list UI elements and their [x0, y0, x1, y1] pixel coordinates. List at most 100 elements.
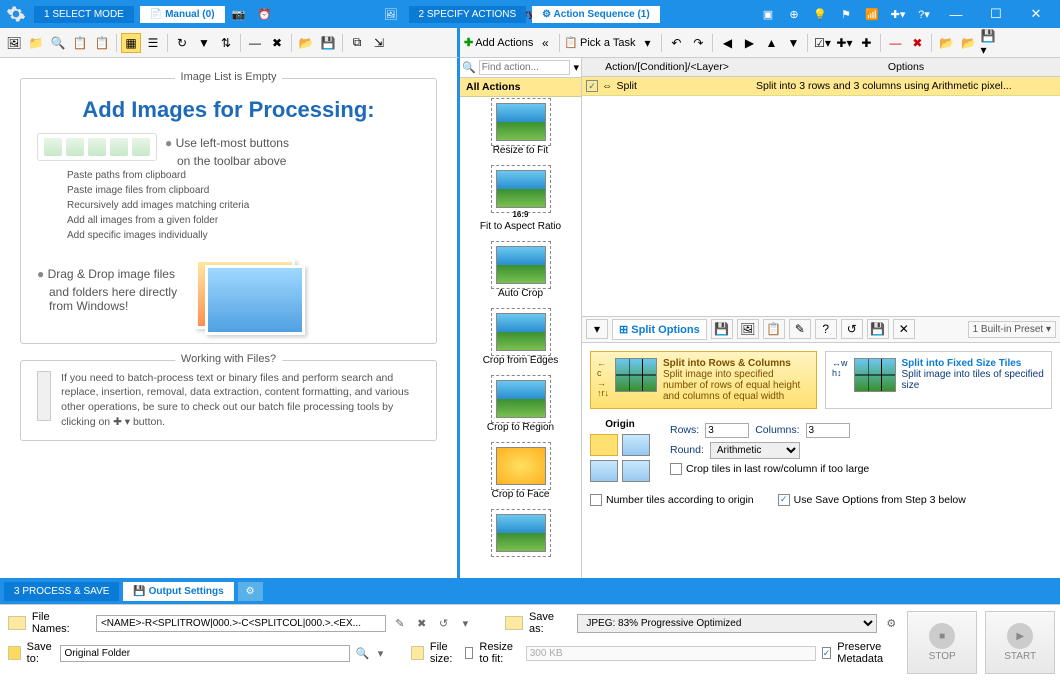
pick-task-icon[interactable]: 📋: [564, 36, 578, 49]
all-actions-tab[interactable]: All Actions: [460, 78, 581, 97]
origin-br[interactable]: [622, 460, 650, 482]
add-folder-icon[interactable]: 📁: [26, 33, 46, 53]
saveto-browse-icon[interactable]: 🔍: [356, 645, 370, 661]
camera-icon[interactable]: 📷: [227, 3, 251, 25]
manual-tab[interactable]: 📄 Manual (0): [140, 6, 225, 23]
monitor-icon[interactable]: ▣: [756, 3, 780, 25]
action-crop-region[interactable]: Crop to Region: [460, 374, 581, 441]
up-icon[interactable]: ▲: [761, 33, 781, 53]
append-seq-icon[interactable]: 📂: [958, 33, 978, 53]
refresh-icon[interactable]: ↻: [172, 33, 192, 53]
add-recursive-icon[interactable]: 🔍: [48, 33, 68, 53]
close-button[interactable]: ✕: [1016, 0, 1056, 28]
add-action-icon[interactable]: ✚▾: [834, 33, 854, 53]
redo-icon[interactable]: ↷: [688, 33, 708, 53]
mode-fixed-tiles[interactable]: ↔wh↕ Split into Fixed Size Tiles Split i…: [825, 351, 1052, 409]
list-view-icon[interactable]: ☰: [143, 33, 163, 53]
clock-icon[interactable]: ⏰: [253, 3, 277, 25]
copy-icon[interactable]: ⧉: [347, 33, 367, 53]
remove-action-icon[interactable]: —: [885, 33, 905, 53]
check-icon[interactable]: ☑▾: [812, 33, 832, 53]
step1-tab[interactable]: 1 SELECT MODE: [34, 6, 134, 23]
down-icon[interactable]: ▼: [783, 33, 803, 53]
save-list-icon[interactable]: 💾: [318, 33, 338, 53]
collapse-icon[interactable]: «: [535, 33, 555, 53]
undo-icon[interactable]: ↶: [666, 33, 686, 53]
find-action-input[interactable]: [479, 60, 571, 75]
preview-icon[interactable]: 🖼: [737, 319, 759, 339]
save-preset-icon[interactable]: 💾: [711, 319, 733, 339]
output-settings-tab[interactable]: 💾 Output Settings: [123, 582, 233, 601]
add-images-icon[interactable]: 🖼: [4, 33, 24, 53]
number-tiles-checkbox[interactable]: [590, 494, 602, 506]
cols-input[interactable]: [806, 423, 850, 438]
open-list-icon[interactable]: 📂: [296, 33, 316, 53]
stop-button[interactable]: ■ STOP: [907, 611, 977, 674]
rows-input[interactable]: [705, 423, 749, 438]
copy-opts-icon[interactable]: 📋: [763, 319, 785, 339]
round-select[interactable]: Arithmetic: [710, 442, 800, 459]
opts-close-icon[interactable]: ✕: [893, 319, 915, 339]
filter-icon[interactable]: ▼: [194, 33, 214, 53]
thumbnails-view-icon[interactable]: ▦: [121, 33, 141, 53]
add-group-icon[interactable]: ✚: [856, 33, 876, 53]
bulb-icon[interactable]: 💡: [808, 3, 832, 25]
picture-icon[interactable]: 🖼: [379, 3, 403, 25]
reset-icon[interactable]: ↺: [841, 319, 863, 339]
filenames-input[interactable]: [96, 615, 386, 632]
crop-tiles-checkbox[interactable]: [670, 463, 682, 475]
action-more[interactable]: [460, 508, 581, 564]
start-button[interactable]: ▶ START: [985, 611, 1055, 674]
row-checkbox[interactable]: ✓: [586, 80, 598, 92]
action-auto-crop[interactable]: Auto Crop: [460, 240, 581, 307]
save-seq-icon[interactable]: 💾▾: [980, 33, 1000, 53]
add-actions-plus-icon[interactable]: ✚: [464, 36, 473, 49]
action-list[interactable]: Resize to Fit 16:9Fit to Aspect Ratio Au…: [460, 97, 581, 578]
paste-image-icon[interactable]: 📋: [70, 33, 90, 53]
step3-tab[interactable]: 3 PROCESS & SAVE: [4, 582, 119, 601]
maximize-button[interactable]: ☐: [976, 0, 1016, 28]
sort-icon[interactable]: ⇅: [216, 33, 236, 53]
options-dropdown-icon[interactable]: ▾: [586, 319, 608, 339]
fn-edit-icon[interactable]: ✎: [392, 615, 408, 631]
settings-gear-icon[interactable]: [4, 2, 28, 26]
saveto-dropdown-icon[interactable]: ▾: [375, 645, 386, 661]
dropdown-icon[interactable]: ▾: [637, 33, 657, 53]
origin-bl[interactable]: [590, 460, 618, 482]
step2-tab[interactable]: 2 SPECIFY ACTIONS: [409, 6, 527, 23]
clear-icon[interactable]: ✖: [267, 33, 287, 53]
origin-tl[interactable]: [590, 434, 618, 456]
paste-path-icon[interactable]: 📋: [92, 33, 112, 53]
globe-icon[interactable]: ⊕: [782, 3, 806, 25]
fn-clear-icon[interactable]: ✖: [414, 615, 430, 631]
fn-dropdown-icon[interactable]: ▾: [457, 615, 473, 631]
export-icon[interactable]: ⇲: [369, 33, 389, 53]
saveto-input[interactable]: [60, 645, 350, 662]
prev-icon[interactable]: ◀: [717, 33, 737, 53]
action-crop-edges[interactable]: Crop from Edges: [460, 307, 581, 374]
sequence-tab[interactable]: ⚙ Action Sequence (1): [532, 6, 660, 23]
plus-icon[interactable]: ✚▾: [886, 3, 910, 25]
next-icon[interactable]: ▶: [739, 33, 759, 53]
find-dropdown-icon[interactable]: ▾: [573, 61, 579, 74]
origin-tr[interactable]: [622, 434, 650, 456]
minimize-button[interactable]: —: [936, 0, 976, 28]
sequence-row-split[interactable]: ✓ ⇔ Split Split into 3 rows and 3 column…: [582, 77, 1060, 96]
mode-rows-cols[interactable]: ← c →↑r↓ Split into Rows & Columns Split…: [590, 351, 817, 409]
flag-icon[interactable]: ⚑: [834, 3, 858, 25]
action-fit-aspect[interactable]: 16:9Fit to Aspect Ratio: [460, 164, 581, 240]
clear-actions-icon[interactable]: ✖: [907, 33, 927, 53]
preserve-checkbox[interactable]: ✓: [822, 647, 832, 659]
footer-gear-icon[interactable]: ⚙: [238, 582, 263, 601]
action-resize-to-fit[interactable]: Resize to Fit: [460, 97, 581, 164]
saveas-gear-icon[interactable]: ⚙: [883, 615, 899, 631]
saveas-select[interactable]: JPEG: 83% Progressive Optimized: [577, 614, 877, 633]
resize-checkbox[interactable]: [465, 647, 474, 659]
pick-task-label[interactable]: Pick a Task: [580, 37, 635, 49]
help-icon[interactable]: ?▾: [912, 3, 936, 25]
opts-help-icon[interactable]: ?: [815, 319, 837, 339]
open-seq-icon[interactable]: 📂: [936, 33, 956, 53]
action-crop-face[interactable]: Crop to Face: [460, 441, 581, 508]
preset-selector[interactable]: 1 Built-in Preset ▾: [968, 321, 1056, 338]
fn-reset-icon[interactable]: ↺: [436, 615, 452, 631]
